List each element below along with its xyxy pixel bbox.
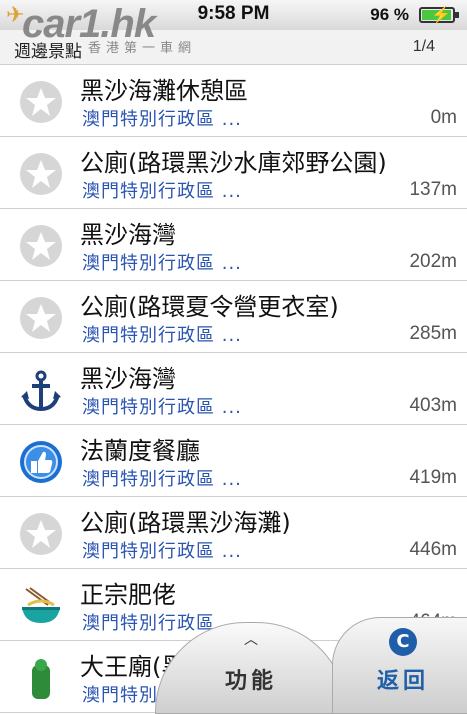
poi-distance: 285m: [409, 323, 457, 344]
star-icon: [18, 223, 64, 269]
star-icon: [18, 151, 64, 197]
list-item[interactable]: 法蘭度餐廳 澳門特別行政區 ... 419m: [0, 425, 467, 497]
poi-distance: 0m: [430, 107, 457, 128]
poi-distance: 137m: [409, 179, 457, 200]
poi-name: 黑沙海灘休憩區: [80, 77, 248, 105]
poi-name: 公廁(路環黑沙水庫郊野公園): [80, 149, 387, 177]
back-button[interactable]: C 返回: [332, 617, 467, 714]
poi-region: 澳門特別行政區 ...: [82, 469, 242, 490]
function-button[interactable]: ︿ 功能: [155, 622, 347, 714]
temple-icon: [18, 655, 64, 701]
page-indicator: 1/4: [412, 38, 435, 55]
chevron-up-icon: ︿: [244, 632, 258, 648]
poi-name: 黑沙海灣: [80, 221, 176, 249]
battery-icon: ⚡: [419, 7, 459, 24]
poi-region: 澳門特別行政區 ...: [82, 541, 242, 562]
list-item[interactable]: 公廁(路環夏令營更衣室) 澳門特別行政區 ... 285m: [0, 281, 467, 353]
poi-region: 澳門特別行政區 ...: [82, 181, 242, 202]
star-icon: [18, 511, 64, 557]
function-label: 功能: [224, 669, 277, 694]
battery-percentage: 96 %: [370, 5, 409, 24]
poi-name: 正宗肥佬: [80, 581, 176, 609]
anchor-icon: [18, 367, 64, 413]
poi-name: 黑沙海灣: [80, 365, 176, 393]
thumbs-up-icon: [18, 439, 64, 485]
poi-name: 公廁(路環夏令營更衣室): [80, 293, 339, 321]
poi-name: 公廁(路環黑沙海灘): [80, 509, 291, 537]
poi-region: 澳門特別行政區 ...: [82, 397, 242, 418]
poi-region: 澳門特別行政區 ...: [82, 253, 242, 274]
poi-name: 法蘭度餐廳: [80, 437, 200, 465]
poi-distance: 419m: [409, 467, 457, 488]
back-arrow-icon: C: [389, 628, 417, 656]
back-label: 返回: [377, 669, 430, 694]
noodle-bowl-icon: [18, 583, 64, 629]
poi-list: 黑沙海灘休憩區 澳門特別行政區 ... 0m 公廁(路環黑沙水庫郊野公園) 澳門…: [0, 65, 467, 713]
star-icon: [18, 295, 64, 341]
poi-distance: 446m: [409, 539, 457, 560]
list-item[interactable]: 黑沙海灘休憩區 澳門特別行政區 ... 0m: [0, 65, 467, 137]
poi-region: 澳門特別行政區 ...: [82, 109, 242, 130]
list-item[interactable]: 黑沙海灣 澳門特別行政區 ... 403m: [0, 353, 467, 425]
poi-distance: 202m: [409, 251, 457, 272]
list-item[interactable]: 公廁(路環黑沙水庫郊野公園) 澳門特別行政區 ... 137m: [0, 137, 467, 209]
poi-region: 澳門特別行政區 ...: [82, 325, 242, 346]
list-item[interactable]: 公廁(路環黑沙海灘) 澳門特別行政區 ... 446m: [0, 497, 467, 569]
star-icon: [18, 79, 64, 125]
watermark-subtitle: 香港第一車網: [88, 41, 197, 56]
list-item[interactable]: 黑沙海灣 澳門特別行政區 ... 202m: [0, 209, 467, 281]
poi-distance: 403m: [409, 395, 457, 416]
